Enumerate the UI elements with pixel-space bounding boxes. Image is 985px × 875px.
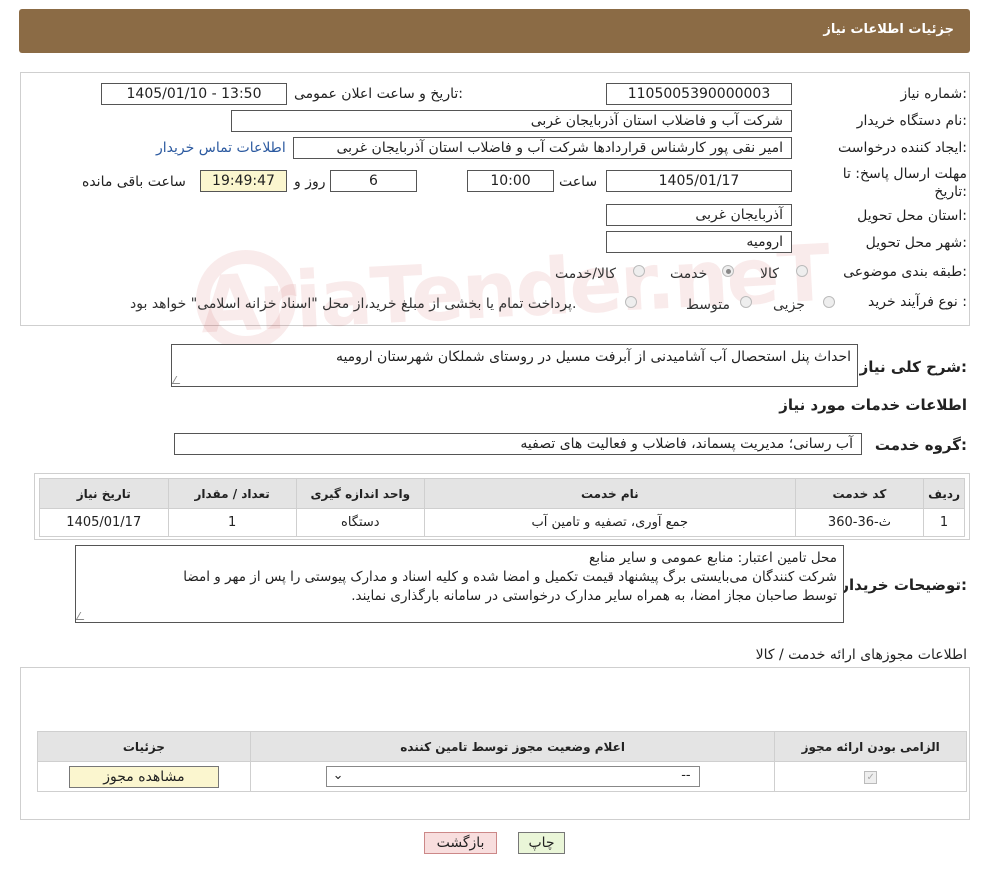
deadline-date-field: 1405/01/17 — [606, 170, 792, 192]
col-quantity: تعداد / مقدار — [167, 478, 297, 509]
purchase-type-medium-label: متوسط — [686, 297, 730, 313]
treasury-note: پرداخت تمام یا بخشی از مبلغ خرید،از محل … — [130, 296, 577, 312]
buyer-notes-label: توضیحات خریدار: — [840, 576, 967, 594]
view-permit-button[interactable]: مشاهده مجوز — [68, 765, 219, 788]
resize-grip-icon[interactable] — [76, 612, 89, 620]
city-field: ارومیه — [606, 231, 792, 253]
buyer-notes-line: محل تامین اعتبار: منابع عمومی و سایر منا… — [589, 550, 837, 566]
service-group-label: گروه خدمت: — [874, 436, 967, 454]
category-goods-service-radio[interactable] — [633, 265, 645, 277]
announce-datetime-label: تاریخ و ساعت اعلان عمومی: — [294, 86, 463, 102]
need-number-label: شماره نیاز: — [900, 86, 967, 102]
services-section-title: اطلاعات خدمات مورد نیاز — [779, 396, 967, 414]
deadline-time-label: ساعت — [559, 174, 598, 190]
table-row: 1 ث-36-360 جمع آوری، تصفیه و تامین آب دس… — [39, 508, 965, 537]
chevron-down-icon: ⌄ — [332, 768, 344, 783]
cell-permit-details: مشاهده مجوز — [37, 761, 251, 792]
services-table: ردیف کد خدمت نام خدمت واحد اندازه گیری ت… — [39, 478, 965, 537]
table-row: ✓ ⌄ -- مشاهده مجوز — [37, 761, 967, 792]
buyer-notes-line: توسط صاحبان مجاز امضا، به همراه سایر مدا… — [351, 588, 837, 604]
category-goods-radio[interactable] — [796, 265, 808, 277]
summary-text: احداث پنل استحصال آب آشامیدنی از آبرفت م… — [335, 349, 851, 365]
announce-datetime-field: 1405/01/10 - 13:50 — [101, 83, 287, 105]
cell-service-name: جمع آوری، تصفیه و تامین آب — [423, 508, 796, 537]
col-service-code: کد خدمت — [794, 478, 925, 509]
buyer-org-label: نام دستگاه خریدار: — [856, 113, 967, 129]
remaining-days-label: روز و — [294, 174, 326, 190]
remaining-days-field: 6 — [330, 170, 417, 192]
summary-label: شرح کلی نیاز: — [859, 358, 967, 376]
deadline-time-field: 10:00 — [467, 170, 554, 192]
purchase-type-label: نوع فرآیند خرید : — [868, 294, 967, 310]
resize-grip-icon[interactable] — [172, 376, 185, 384]
buyer-notes-textarea[interactable]: محل تامین اعتبار: منابع عمومی و سایر منا… — [75, 545, 844, 623]
permit-status-value: -- — [681, 768, 691, 783]
category-label: طبقه بندی موضوعی: — [843, 264, 967, 280]
page-title: جزئیات اطلاعات نیاز — [823, 22, 954, 37]
purchase-type-minor-label: جزیی — [773, 297, 805, 313]
purchase-type-medium-radio[interactable] — [740, 296, 752, 308]
cell-quantity: 1 — [167, 508, 297, 537]
buyer-contact-link[interactable]: اطلاعات تماس خریدار — [156, 140, 286, 156]
summary-textarea[interactable]: احداث پنل استحصال آب آشامیدنی از آبرفت م… — [171, 344, 858, 387]
cell-permit-required: ✓ — [774, 761, 967, 792]
requester-label: ایجاد کننده درخواست: — [838, 140, 967, 156]
city-label: شهر محل تحویل: — [865, 235, 967, 251]
back-button[interactable]: بازگشت — [424, 832, 497, 854]
col-unit: واحد اندازه گیری — [295, 478, 425, 509]
permits-table: الزامی بودن ارائه مجوز اعلام وضعیت مجوز … — [37, 731, 967, 792]
remaining-time-field: 19:49:47 — [200, 170, 287, 192]
category-service-label: خدمت — [670, 266, 708, 282]
print-button[interactable]: چاپ — [518, 832, 565, 854]
category-service-radio[interactable] — [722, 265, 734, 277]
cell-service-code: ث-36-360 — [794, 508, 925, 537]
services-table-header-row: ردیف کد خدمت نام خدمت واحد اندازه گیری ت… — [39, 478, 965, 509]
treasury-note-checkbox[interactable] — [625, 296, 637, 308]
cell-need-date: 1405/01/17 — [39, 508, 169, 537]
col-permit-required: الزامی بودن ارائه مجوز — [774, 731, 967, 762]
cell-unit: دستگاه — [295, 508, 425, 537]
remaining-time-label: ساعت باقی مانده — [82, 174, 186, 190]
purchase-type-minor-radio[interactable] — [823, 296, 835, 308]
service-group-field: آب رسانی؛ مدیریت پسماند، فاضلاب و فعالیت… — [174, 433, 862, 455]
permit-status-select[interactable]: ⌄ -- — [325, 766, 700, 787]
buyer-org-field: شرکت آب و فاضلاب استان آذربایجان غربی — [231, 110, 792, 132]
need-number-field: 1105005390000003 — [606, 83, 792, 105]
permits-table-header-row: الزامی بودن ارائه مجوز اعلام وضعیت مجوز … — [37, 731, 967, 762]
permits-section-title: اطلاعات مجوزهای ارائه خدمت / کالا — [755, 647, 967, 663]
cell-row-number: 1 — [923, 508, 965, 537]
cell-permit-status: ⌄ -- — [249, 761, 776, 792]
col-row-number: ردیف — [923, 478, 965, 509]
col-service-name: نام خدمت — [423, 478, 796, 509]
permit-required-checkbox[interactable]: ✓ — [864, 771, 878, 784]
requester-field: امیر نقی پور کارشناس قراردادها شرکت آب و… — [293, 137, 792, 159]
category-goods-label: کالا — [760, 266, 779, 282]
category-goods-service-label: کالا/خدمت — [555, 266, 616, 282]
province-label: استان محل تحویل: — [857, 208, 967, 224]
page-header: جزئیات اطلاعات نیاز — [19, 9, 970, 53]
buyer-notes-line: شرکت کنندگان می‌بایستی برگ پیشنهاد قیمت … — [183, 569, 837, 585]
deadline-label: مهلت ارسال پاسخ: تا تاریخ: — [842, 166, 967, 200]
col-permit-details: جزئیات — [37, 731, 251, 762]
col-permit-status: اعلام وضعیت مجوز توسط تامین کننده — [249, 731, 776, 762]
province-field: آذربایجان غربی — [606, 204, 792, 226]
col-need-date: تاریخ نیاز — [39, 478, 169, 509]
